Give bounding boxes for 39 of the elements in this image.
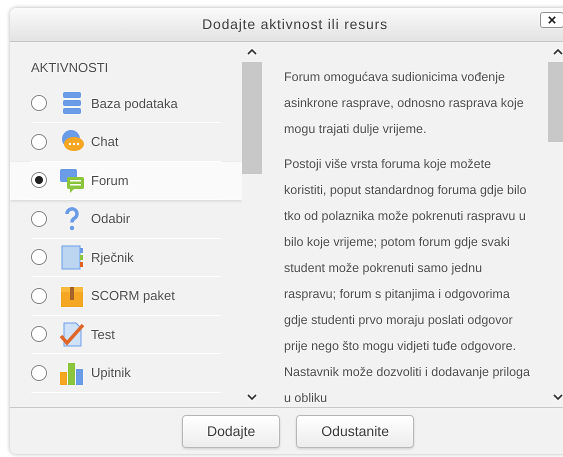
dialog-title: Dodajte aktivnost ili resurs: [202, 15, 388, 34]
scrollbar-thumb[interactable]: [548, 62, 563, 142]
activity-option[interactable]: Rječnik: [10, 238, 242, 277]
option-label: Rječnik: [91, 248, 134, 267]
option-label: Forum: [91, 172, 129, 190]
activity-option[interactable]: Forum: [10, 162, 242, 200]
description-paragraph: Postoji više vrsta foruma koje možete koristiti, poput standardnog foruma gdje bilo tko od polaznika može pokrenuti raspravu u bilo koje vrijeme; potom forum gdje svaki student može pokrenuti samo jednu raspravu; forum s pitanjima i odgovorima gdje studenti prvo moraju poslati odgovor prije nego što mogu vidjeti tuđe odgovore. Nastavnik može dozvoliti i dodavanje priloga u obliku: [284, 156, 530, 407]
scrollbar-thumb[interactable]: [242, 62, 262, 174]
scroll-down-icon[interactable]: [553, 394, 563, 400]
radio-button[interactable]: [31, 134, 47, 150]
activity-option[interactable]: Test: [10, 316, 242, 354]
option-label: Chat: [91, 133, 118, 151]
activity-option[interactable]: Baza podataka: [10, 84, 242, 123]
dictionary-icon: [59, 244, 85, 270]
radio-button[interactable]: [31, 326, 47, 342]
speech-bubbles-icon: [59, 167, 85, 194]
scroll-down-icon[interactable]: [247, 394, 257, 400]
radio-button[interactable]: [31, 95, 47, 112]
scroll-up-icon[interactable]: [553, 49, 563, 55]
description-paragraph: Forum omogućava sudionicima vođenje asinkrone rasprave, odnosno rasprava koje mogu trajati dulje vrijeme.: [284, 69, 525, 138]
scroll-up-icon[interactable]: [247, 49, 257, 55]
option-label: Test: [91, 326, 115, 344]
dialog-button[interactable]: Odustanite: [296, 414, 414, 448]
activity-option[interactable]: Odabir: [10, 200, 242, 238]
option-label: Odabir: [91, 210, 130, 228]
radio-button[interactable]: [31, 288, 47, 304]
radio-button[interactable]: [31, 364, 47, 381]
checklist-icon: [59, 321, 85, 348]
close-button[interactable]: ×: [540, 12, 563, 28]
option-label: Baza podataka: [91, 94, 178, 113]
section-heading: AKTIVNOSTI: [31, 59, 108, 77]
option-label: SCORM paket: [91, 287, 175, 305]
option-label: Upitnik: [91, 364, 131, 382]
activity-option[interactable]: SCORM paket: [10, 277, 242, 316]
activity-option[interactable]: Upitnik: [10, 354, 242, 392]
radio-button[interactable]: [31, 172, 47, 188]
radio-button[interactable]: [31, 210, 47, 227]
radio-button[interactable]: [31, 249, 47, 266]
dialog-button[interactable]: Dodajte: [182, 414, 280, 448]
